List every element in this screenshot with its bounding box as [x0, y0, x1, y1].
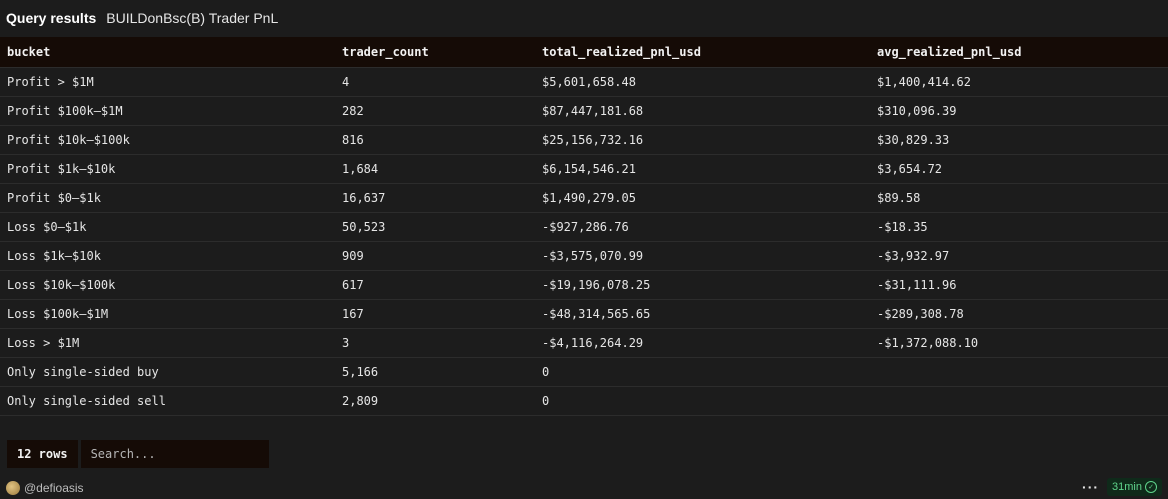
total-realized-pnl-cell: $25,156,732.16	[535, 125, 870, 155]
total-realized-pnl-cell: 0	[535, 357, 870, 387]
bucket-cell: Only single-sided sell	[0, 386, 335, 416]
more-horizontal-icon[interactable]: ···	[1082, 479, 1099, 495]
table-row: Only single-sided buy 5,166 0	[0, 357, 1168, 387]
result-meta: ··· 31min ✓	[1082, 478, 1162, 496]
total-realized-pnl-cell: -$19,196,078.25	[535, 270, 870, 300]
avg-realized-pnl-cell	[870, 386, 1168, 416]
total-realized-pnl-cell: -$48,314,565.65	[535, 299, 870, 329]
avg-realized-pnl-cell: -$289,308.78	[870, 299, 1168, 329]
total-realized-pnl-cell: 0	[535, 386, 870, 416]
avg-realized-pnl-cell: $3,654.72	[870, 154, 1168, 184]
table-row: Profit $1k–$10k 1,684 $6,154,546.21 $3,654.…	[0, 154, 1168, 184]
freshness-text: 31min	[1112, 481, 1142, 493]
results-title: Query results	[6, 10, 97, 26]
bucket-cell: Profit $100k–$1M	[0, 96, 335, 126]
avg-realized-pnl-cell: $310,096.39	[870, 96, 1168, 126]
table-row: Loss $1k–$10k 909 -$3,575,070.99 -$3,932.97	[0, 241, 1168, 271]
total-realized-pnl-cell: $6,154,546.21	[535, 154, 870, 184]
bucket-cell: Loss $1k–$10k	[0, 241, 335, 271]
table-row: Profit $100k–$1M 282 $87,447,181.68 $310,09…	[0, 96, 1168, 126]
total-realized-pnl-cell: -$927,286.76	[535, 212, 870, 242]
trader-count-cell: 2,809	[335, 386, 535, 416]
table-row: Loss $100k–$1M 167 -$48,314,565.65 -$289,30…	[0, 299, 1168, 329]
total-realized-pnl-cell: -$4,116,264.29	[535, 328, 870, 358]
table-body: Profit > $1M 4 $5,601,658.48 $1,400,414.62 P…	[0, 67, 1168, 416]
table-row: Profit $0–$1k 16,637 $1,490,279.05 $89.58	[0, 183, 1168, 213]
total-realized-pnl-cell: $87,447,181.68	[535, 96, 870, 126]
column-header-avg-realized-pnl[interactable]: avg_realized_pnl_usd	[870, 37, 1168, 68]
bucket-cell: Profit $10k–$100k	[0, 125, 335, 155]
table-row: Loss $10k–$100k 617 -$19,196,078.25 -$31,11…	[0, 270, 1168, 300]
trader-count-cell: 816	[335, 125, 535, 155]
total-realized-pnl-cell: $1,490,279.05	[535, 183, 870, 213]
avg-realized-pnl-cell: $30,829.33	[870, 125, 1168, 155]
table-header-row: bucket trader_count total_realized_pnl_u…	[0, 37, 1168, 68]
column-header-total-realized-pnl[interactable]: total_realized_pnl_usd	[535, 37, 870, 68]
query-name: BUILDonBsc(B) Trader PnL	[106, 10, 279, 26]
avg-realized-pnl-cell: -$3,932.97	[870, 241, 1168, 271]
bucket-cell: Profit $0–$1k	[0, 183, 335, 213]
trader-count-cell: 5,166	[335, 357, 535, 387]
avg-realized-pnl-cell: $1,400,414.62	[870, 67, 1168, 97]
trader-count-cell: 282	[335, 96, 535, 126]
avg-realized-pnl-cell: $89.58	[870, 183, 1168, 213]
freshness-badge: 31min ✓	[1107, 478, 1162, 496]
avg-realized-pnl-cell	[870, 357, 1168, 387]
bucket-cell: Loss > $1M	[0, 328, 335, 358]
trader-count-cell: 16,637	[335, 183, 535, 213]
table-row: Profit > $1M 4 $5,601,658.48 $1,400,414.62	[0, 67, 1168, 97]
bucket-cell: Loss $10k–$100k	[0, 270, 335, 300]
avg-realized-pnl-cell: -$31,111.96	[870, 270, 1168, 300]
search-input[interactable]	[80, 440, 269, 468]
table-row: Loss $0–$1k 50,523 -$927,286.76 -$18.35	[0, 212, 1168, 242]
trader-count-cell: 909	[335, 241, 535, 271]
avg-realized-pnl-cell: -$18.35	[870, 212, 1168, 242]
table-row: Loss > $1M 3 -$4,116,264.29 -$1,372,088.10	[0, 328, 1168, 358]
avg-realized-pnl-cell: -$1,372,088.10	[870, 328, 1168, 358]
trader-count-cell: 3	[335, 328, 535, 358]
bucket-cell: Only single-sided buy	[0, 357, 335, 387]
bucket-cell: Loss $100k–$1M	[0, 299, 335, 329]
author-name: @defioasis	[24, 480, 84, 495]
table-row: Profit $10k–$100k 816 $25,156,732.16 $30,82…	[0, 125, 1168, 155]
total-realized-pnl-cell: -$3,575,070.99	[535, 241, 870, 271]
trader-count-cell: 1,684	[335, 154, 535, 184]
column-header-bucket[interactable]: bucket	[0, 37, 335, 68]
check-circle-icon: ✓	[1145, 481, 1157, 493]
trader-count-cell: 50,523	[335, 212, 535, 242]
table-footer-controls: 12 rows	[7, 440, 269, 468]
column-header-trader-count[interactable]: trader_count	[335, 37, 535, 68]
trader-count-cell: 4	[335, 67, 535, 97]
avatar	[6, 480, 20, 495]
bucket-cell: Profit $1k–$10k	[0, 154, 335, 184]
results-table: bucket trader_count total_realized_pnl_u…	[0, 37, 1168, 416]
trader-count-cell: 167	[335, 299, 535, 329]
bucket-cell: Profit > $1M	[0, 67, 335, 97]
bottom-bar: @defioasis ··· 31min ✓	[0, 476, 1168, 499]
table-row: Only single-sided sell 2,809 0	[0, 386, 1168, 416]
results-table-container: bucket trader_count total_realized_pnl_u…	[0, 37, 1168, 416]
row-count-badge: 12 rows	[7, 440, 78, 468]
trader-count-cell: 617	[335, 270, 535, 300]
bucket-cell: Loss $0–$1k	[0, 212, 335, 242]
author-link[interactable]: @defioasis	[0, 480, 84, 495]
results-header: Query results BUILDonBsc(B) Trader PnL	[0, 0, 1168, 36]
total-realized-pnl-cell: $5,601,658.48	[535, 67, 870, 97]
